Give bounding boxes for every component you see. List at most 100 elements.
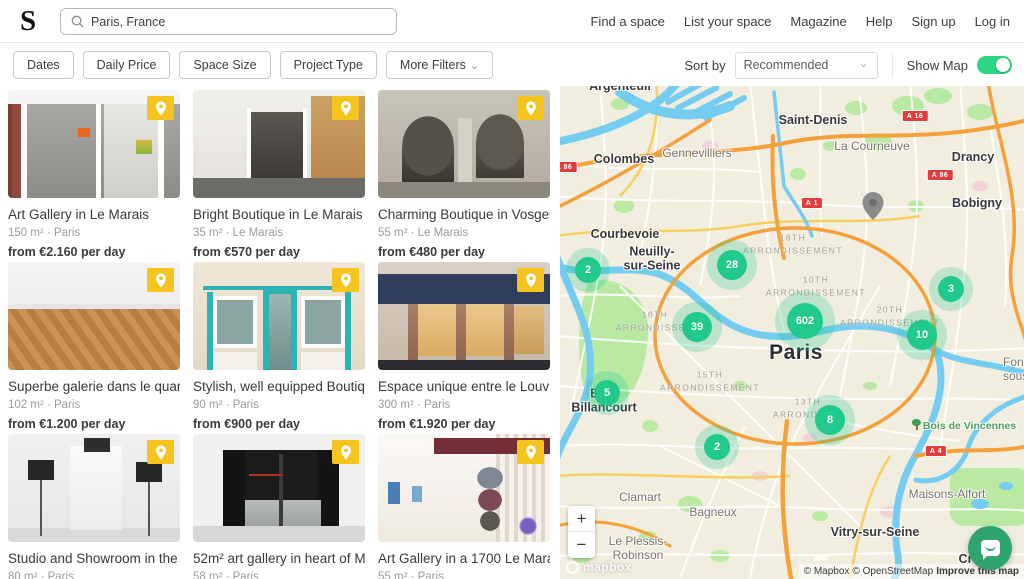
map-cluster[interactable]: 5	[594, 380, 620, 406]
location-pin-icon	[155, 273, 167, 288]
listing-meta: 90 m² · Paris	[193, 399, 365, 411]
listing-title[interactable]: Art Gallery in Le Marais	[8, 207, 180, 222]
logo[interactable]: S	[20, 5, 50, 38]
listing-photo[interactable]	[378, 434, 550, 542]
listing-title[interactable]: Superbe galerie dans le quarti...	[8, 379, 180, 394]
listing-photo[interactable]	[193, 434, 365, 542]
listing-photo[interactable]	[193, 262, 365, 370]
mapbox-attribution-link[interactable]: © Mapbox	[804, 566, 850, 577]
mapbox-wordmark: mapbox	[583, 560, 632, 574]
filter-button-space-size[interactable]: Space Size	[179, 51, 270, 79]
map-label-paris: Paris	[769, 341, 823, 365]
listing-title[interactable]: Art Gallery in a 1700 Le Marai...	[378, 551, 550, 566]
listing-card[interactable]: Superbe galerie dans le quarti...102 m² …	[8, 262, 180, 434]
listing-photo[interactable]	[8, 434, 180, 542]
arrondissement-label: 15THARRONDISSEMENT	[660, 368, 760, 394]
pin-badge[interactable]	[147, 96, 174, 120]
location-pin-icon	[525, 273, 537, 288]
listing-title[interactable]: 52m² art gallery in heart of M...	[193, 551, 365, 566]
listing-price: from €1.920 per day	[378, 417, 550, 431]
map-cluster[interactable]: 28	[717, 250, 747, 280]
map-label-saint-denis: Saint-Denis	[779, 113, 848, 127]
sort-by-label: Sort by	[684, 58, 725, 73]
search-box[interactable]	[60, 8, 397, 35]
location-pin-icon	[340, 273, 352, 288]
listing-title[interactable]: Charming Boutique in Vosges ...	[378, 207, 550, 222]
location-pin-icon	[340, 445, 352, 460]
pin-badge[interactable]	[517, 440, 544, 464]
map-pin-icon[interactable]	[863, 192, 884, 225]
map-label-leplessis--robinson: Le Plessis-Robinson	[609, 535, 668, 563]
sort-select[interactable]: Recommended ⌄	[735, 52, 878, 79]
listing-card[interactable]: Studio and Showroom in the c...80 m² · P…	[8, 434, 180, 579]
chat-button[interactable]	[968, 526, 1012, 570]
pin-badge[interactable]	[517, 96, 544, 120]
filter-button-dates[interactable]: Dates	[13, 51, 74, 79]
location-pin-icon	[155, 445, 167, 460]
listing-title[interactable]: Studio and Showroom in the c...	[8, 551, 180, 566]
chevron-down-icon: ⌄	[470, 60, 479, 72]
listing-photo[interactable]	[193, 90, 365, 198]
map-cluster[interactable]: 10	[907, 320, 937, 350]
nav-link-help[interactable]: Help	[866, 14, 893, 29]
listing-card[interactable]: Art Gallery in a 1700 Le Marai... 55 m² ·…	[378, 434, 550, 579]
pin-badge[interactable]	[517, 268, 544, 292]
location-pin-icon	[155, 101, 167, 116]
listings-grid: Art Gallery in Le Marais150 m² · Parisfr…	[0, 86, 560, 579]
listing-photo[interactable]	[8, 90, 180, 198]
improve-map-link[interactable]: Improve this map	[936, 566, 1019, 577]
toggle-knob	[996, 58, 1010, 72]
map-cluster[interactable]: 602	[787, 303, 823, 339]
listing-card[interactable]: 52m² art gallery in heart of M...58 m² ·…	[193, 434, 365, 579]
listing-meta: 55 m² · Paris	[378, 571, 550, 579]
zoom-out-button[interactable]: −	[568, 532, 595, 558]
listing-photo[interactable]	[378, 90, 550, 198]
listing-meta: 55 m² · Le Marais	[378, 227, 550, 239]
pin-badge[interactable]	[332, 268, 359, 292]
listing-price: from €2.160 per day	[8, 245, 180, 259]
listing-title[interactable]: Espace unique entre le Louvre...	[378, 379, 550, 394]
map-cluster[interactable]: 2	[704, 434, 730, 460]
map-label-gennevilliers: Gennevilliers	[662, 147, 731, 161]
search-input[interactable]	[91, 15, 371, 29]
listing-card[interactable]: Art Gallery in Le Marais150 m² · Parisfr…	[8, 90, 180, 262]
map-cluster[interactable]: 8	[815, 405, 845, 435]
map-cluster[interactable]: 2	[575, 257, 601, 283]
nav-link-list-your-space[interactable]: List your space	[684, 14, 771, 29]
attribution-collapse[interactable]	[814, 554, 828, 561]
pin-badge[interactable]	[332, 96, 359, 120]
nav-link-sign-up[interactable]: Sign up	[911, 14, 955, 29]
listing-price: from €480 per day	[378, 245, 550, 259]
nav-link-find-a-space[interactable]: Find a space	[590, 14, 664, 29]
osm-attribution-link[interactable]: © OpenStreetMap	[852, 566, 933, 577]
show-map-toggle[interactable]	[977, 56, 1012, 74]
listing-title[interactable]: Stylish, well equipped Boutiqu...	[193, 379, 365, 394]
filter-button-daily-price[interactable]: Daily Price	[83, 51, 171, 79]
location-pin-icon	[340, 101, 352, 116]
mapbox-logo[interactable]: mapbox	[566, 560, 632, 574]
pin-badge[interactable]	[147, 440, 174, 464]
listing-title[interactable]: Bright Boutique in Le Marais	[193, 207, 365, 222]
zoom-in-button[interactable]: +	[568, 506, 595, 532]
pin-badge[interactable]	[147, 268, 174, 292]
pin-badge[interactable]	[332, 440, 359, 464]
nav-link-magazine[interactable]: Magazine	[790, 14, 846, 29]
listing-card[interactable]: Espace unique entre le Louvre...300 m² ·…	[378, 262, 550, 434]
map-cluster[interactable]: 3	[938, 276, 964, 302]
map-label-courbevoie: Courbevoie	[591, 227, 660, 241]
nav-link-log-in[interactable]: Log in	[975, 14, 1010, 29]
listing-photo[interactable]	[8, 262, 180, 370]
listing-card[interactable]: Charming Boutique in Vosges ... 55 m² · L…	[378, 90, 550, 262]
sort-group: Sort by Recommended ⌄ Show Map	[684, 44, 1012, 86]
filter-button-project-type[interactable]: Project Type	[280, 51, 377, 79]
map-cluster[interactable]: 39	[682, 312, 712, 342]
tree-icon	[912, 419, 921, 430]
arrondissement-label: 18THARRONDISSEMENT	[743, 231, 843, 257]
listing-card[interactable]: Stylish, well equipped Boutiqu... 90 m² ·…	[193, 262, 365, 434]
location-pin-icon	[525, 101, 537, 116]
listing-price: from €1.200 per day	[8, 417, 180, 431]
listing-card[interactable]: Bright Boutique in Le Marais35 m² · Le M…	[193, 90, 365, 262]
listing-photo[interactable]	[378, 262, 550, 370]
map-zoom-controls: + −	[568, 506, 595, 558]
filter-button-more-filters[interactable]: More Filters⌄	[386, 51, 493, 79]
